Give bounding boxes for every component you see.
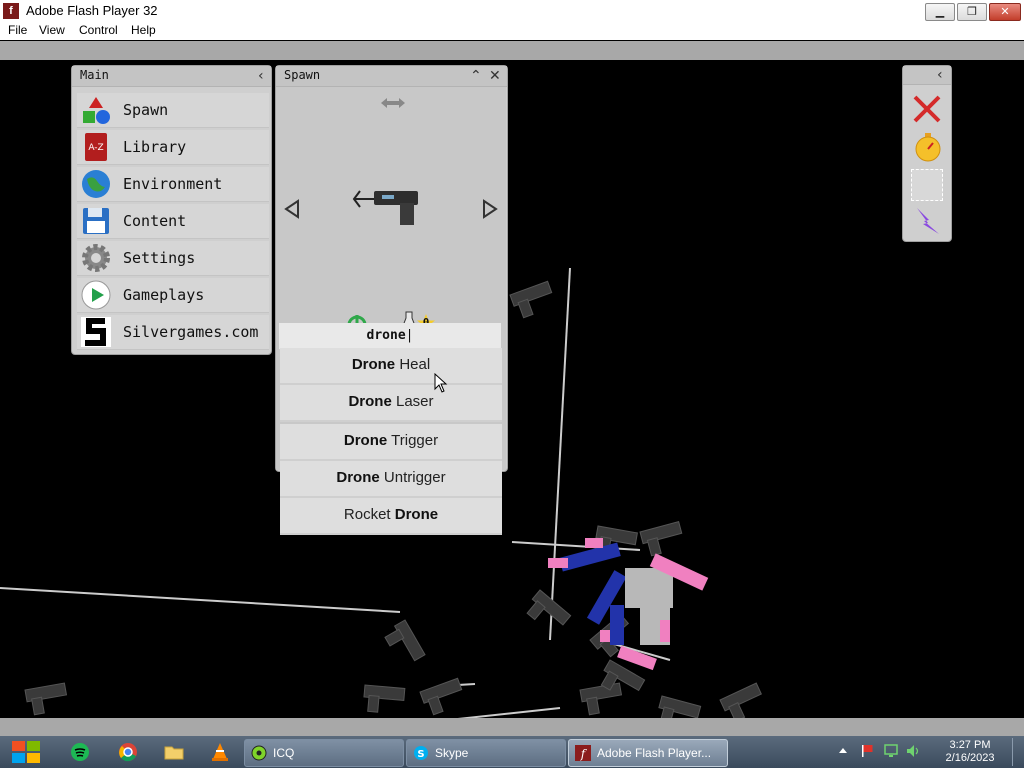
silvergames-logo-icon xyxy=(81,317,111,347)
prev-arrow-icon[interactable] xyxy=(284,199,300,219)
result-match: Drone xyxy=(336,469,380,486)
floppy-disk-icon xyxy=(83,208,109,234)
menu-help[interactable]: Help xyxy=(131,23,156,37)
spotify-icon[interactable] xyxy=(70,742,90,762)
spawn-search-input[interactable]: drone| xyxy=(279,323,501,350)
result-rocket-drone[interactable]: Rocket Drone xyxy=(280,498,502,535)
menu-item-label: Library xyxy=(123,138,187,156)
globe-icon xyxy=(82,170,110,198)
play-icon xyxy=(81,280,111,310)
result-match: Drone xyxy=(343,432,388,449)
show-desktop-button[interactable] xyxy=(1012,738,1023,766)
lightning-icon[interactable] xyxy=(913,206,943,236)
stopwatch-icon[interactable] xyxy=(914,132,942,162)
network-icon[interactable] xyxy=(884,744,898,758)
flash-bottom-strip xyxy=(0,718,1024,736)
taskbar-item-skype[interactable]: S Skype xyxy=(406,739,566,767)
next-arrow-icon[interactable] xyxy=(482,199,498,219)
menu-bar: File View Control Help xyxy=(0,22,1024,40)
result-rest: Heal xyxy=(395,356,431,373)
resize-arrows-icon[interactable] xyxy=(380,97,406,109)
chrome-icon[interactable] xyxy=(118,742,138,762)
result-drone-untrigger[interactable]: Drone Untrigger xyxy=(280,461,502,498)
window-title: Adobe Flash Player 32 xyxy=(26,3,158,18)
flash-top-strip xyxy=(0,41,1024,60)
book-a-z-icon: A-Z xyxy=(85,133,107,161)
taskbar-item-icq[interactable]: ICQ xyxy=(244,739,404,767)
game-canvas[interactable]: Main ‹ Spawn A-Z Library Environment Con… xyxy=(0,60,1024,718)
shapes-icon xyxy=(83,97,110,124)
svg-text:A-Z: A-Z xyxy=(88,143,103,153)
menu-file[interactable]: File xyxy=(8,23,27,37)
menu-item-label: Content xyxy=(123,212,187,230)
delete-x-icon[interactable] xyxy=(912,94,942,124)
menu-item-label: Gameplays xyxy=(123,286,205,304)
menu-item-gameplays[interactable]: Gameplays xyxy=(77,278,269,313)
menu-item-label: Environment xyxy=(123,175,223,193)
menu-item-silvergames[interactable]: Silvergames.com xyxy=(77,315,269,350)
menu-item-environment[interactable]: Environment xyxy=(77,167,269,202)
maximize-button[interactable]: ❐ xyxy=(957,3,987,21)
chevron-left-icon[interactable]: ‹ xyxy=(258,66,264,86)
taskbar-item-flash[interactable]: f Adobe Flash Player... xyxy=(568,739,728,767)
minimize-button[interactable]: ▁ xyxy=(925,3,955,21)
result-match: Drone xyxy=(394,506,439,523)
spawn-panel-header: Spawn ⌃ ✕ xyxy=(276,66,507,87)
taskbar-item-label: Skype xyxy=(435,746,469,760)
menu-item-content[interactable]: Content xyxy=(77,204,269,239)
volume-icon[interactable] xyxy=(906,744,920,758)
menu-item-settings[interactable]: Settings xyxy=(77,241,269,276)
mouse-cursor-icon xyxy=(434,373,448,393)
result-drone-heal[interactable]: Drone Heal xyxy=(280,348,502,385)
result-rest: Untrigger xyxy=(379,469,446,486)
windows-start-icon[interactable] xyxy=(8,739,44,765)
clock-date: 2/16/2023 xyxy=(945,752,995,764)
main-panel: Main ‹ Spawn A-Z Library Environment Con… xyxy=(71,65,272,355)
selection-box-icon[interactable] xyxy=(911,169,943,201)
main-panel-title: Main xyxy=(80,68,109,82)
svg-text:S: S xyxy=(417,749,424,760)
spawn-panel-title: Spawn xyxy=(284,68,321,82)
result-match: Drone xyxy=(351,356,396,373)
chevron-left-icon[interactable]: ‹ xyxy=(937,66,943,84)
clock-time: 3:27 PM xyxy=(949,739,991,751)
taskbar: ICQ S Skype f Adobe Flash Player... 3:27… xyxy=(0,736,1024,768)
action-center-flag-icon[interactable] xyxy=(860,744,874,758)
taskbar-item-label: Adobe Flash Player... xyxy=(597,746,712,760)
gear-icon xyxy=(82,244,110,272)
menu-control[interactable]: Control xyxy=(79,23,118,37)
taskbar-clock[interactable]: 3:27 PM 2/16/2023 xyxy=(934,739,1006,765)
menu-item-library[interactable]: A-Z Library xyxy=(77,130,269,165)
close-icon[interactable]: ✕ xyxy=(489,66,501,86)
tool-panel-header: ‹ xyxy=(903,66,951,85)
result-rest: Trigger xyxy=(387,432,439,449)
pistol-icon xyxy=(352,190,418,225)
taskbar-item-label: ICQ xyxy=(273,746,295,760)
tray-expand-icon[interactable] xyxy=(836,744,850,758)
menu-item-label: Settings xyxy=(123,249,196,267)
window-titlebar: f Adobe Flash Player 32 ▁ ❐ ✕ xyxy=(0,0,1024,23)
menu-item-label: Spawn xyxy=(123,101,169,119)
search-value: drone xyxy=(366,328,406,343)
tool-panel: ‹ xyxy=(902,65,952,242)
result-drone-laser[interactable]: Drone Laser xyxy=(280,385,502,422)
chevron-up-icon[interactable]: ⌃ xyxy=(470,66,482,86)
icq-icon xyxy=(251,745,267,761)
vlc-icon[interactable] xyxy=(210,742,230,762)
result-prefix: Rocket xyxy=(343,506,395,523)
close-button[interactable]: ✕ xyxy=(989,3,1021,21)
result-match: Drone xyxy=(348,393,392,410)
result-rest: Laser xyxy=(391,393,434,410)
flash-app-icon: f xyxy=(3,3,19,19)
menu-item-label: Silvergames.com xyxy=(123,323,259,341)
result-drone-trigger[interactable]: Drone Trigger xyxy=(280,424,502,461)
menu-item-spawn[interactable]: Spawn xyxy=(77,93,269,128)
folder-icon[interactable] xyxy=(164,742,184,762)
flash-icon: f xyxy=(575,745,591,761)
menu-view[interactable]: View xyxy=(39,23,65,37)
skype-icon: S xyxy=(414,746,428,760)
main-panel-header: Main ‹ xyxy=(72,66,271,87)
